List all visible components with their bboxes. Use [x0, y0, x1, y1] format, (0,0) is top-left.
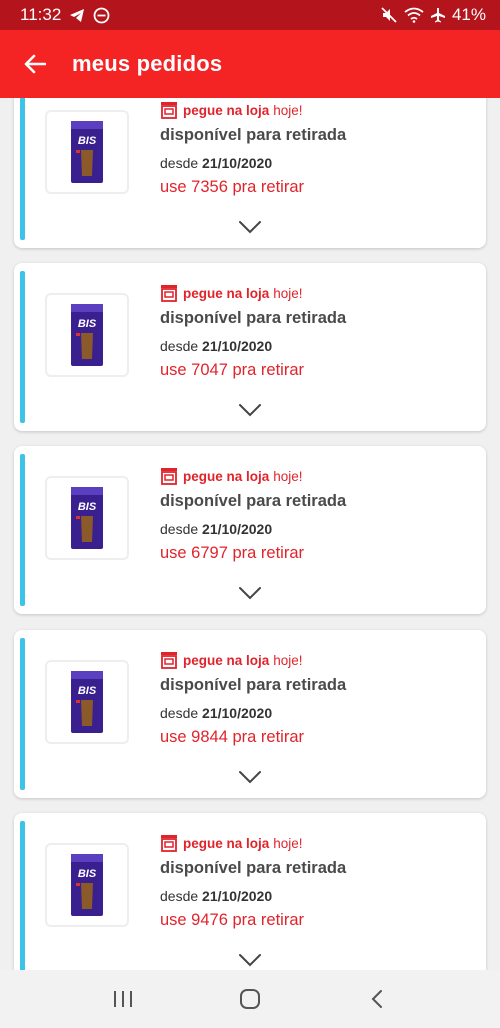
order-card[interactable]: BIS pegue na loja hoje! disponível para …	[14, 98, 486, 248]
card-accent-bar	[20, 638, 25, 790]
mute-icon	[380, 7, 398, 23]
today-label: hoje!	[273, 102, 303, 118]
order-date: 21/10/2020	[202, 705, 273, 721]
today-label: hoje!	[273, 652, 303, 668]
orders-list[interactable]: BIS pegue na loja hoje! disponível para …	[0, 98, 500, 970]
svg-text:BIS: BIS	[78, 685, 97, 697]
order-date: 21/10/2020	[202, 888, 273, 904]
store-pickup-line: pegue na loja hoje!	[160, 100, 476, 120]
pickup-label: pegue na loja	[183, 652, 270, 668]
since-label: desde	[160, 521, 199, 537]
svg-text:BIS: BIS	[78, 868, 97, 880]
app-bar: meus pedidos	[0, 30, 500, 98]
order-card[interactable]: BIS pegue na loja hoje! disponível para …	[14, 263, 486, 431]
store-pickup-line: pegue na loja hoje!	[160, 283, 476, 303]
card-accent-bar	[20, 271, 25, 423]
airplane-icon	[430, 7, 446, 23]
order-card[interactable]: BIS pegue na loja hoje! disponível para …	[14, 630, 486, 798]
system-back-button[interactable]	[347, 979, 407, 1019]
order-status: disponível para retirada	[160, 126, 347, 144]
home-button[interactable]	[220, 979, 280, 1019]
order-status: disponível para retirada	[160, 309, 347, 327]
card-accent-bar	[20, 821, 25, 970]
since-label: desde	[160, 705, 199, 721]
since-label: desde	[160, 338, 199, 354]
product-image: BIS	[45, 293, 129, 377]
expand-button[interactable]	[238, 220, 262, 239]
today-label: hoje!	[273, 285, 303, 301]
recent-apps-icon	[114, 991, 133, 1007]
system-nav-bar	[0, 970, 500, 1028]
product-image: BIS	[45, 110, 129, 194]
svg-text:BIS: BIS	[78, 501, 97, 513]
wifi-icon	[404, 7, 424, 23]
order-since: desde 21/10/2020	[160, 521, 476, 537]
battery-level: 41%	[451, 5, 486, 24]
order-date: 21/10/2020	[202, 155, 273, 171]
expand-button[interactable]	[238, 770, 262, 789]
pickup-code: use 7047 pra retirar	[160, 361, 304, 379]
pickup-label: pegue na loja	[183, 285, 270, 301]
order-since: desde 21/10/2020	[160, 705, 476, 721]
pickup-label: pegue na loja	[183, 835, 270, 851]
recent-apps-button[interactable]	[93, 979, 153, 1019]
card-accent-bar	[20, 98, 25, 240]
order-status: disponível para retirada	[160, 492, 347, 510]
pickup-code: use 9844 pra retirar	[160, 728, 304, 746]
today-label: hoje!	[273, 835, 303, 851]
pickup-label: pegue na loja	[183, 468, 270, 484]
arrow-left-icon	[24, 54, 46, 74]
order-card[interactable]: BIS pegue na loja hoje! disponível para …	[14, 446, 486, 614]
card-accent-bar	[20, 454, 25, 606]
today-label: hoje!	[273, 468, 303, 484]
chevron-down-icon	[239, 587, 261, 600]
store-icon	[161, 835, 177, 852]
chevron-down-icon	[239, 221, 261, 234]
expand-button[interactable]	[238, 403, 262, 422]
product-image: BIS	[45, 660, 129, 744]
pickup-code: use 9476 pra retirar	[160, 911, 304, 929]
svg-text:BIS: BIS	[78, 135, 97, 147]
order-status: disponível para retirada	[160, 676, 347, 694]
since-label: desde	[160, 888, 199, 904]
chevron-left-icon	[371, 990, 382, 1008]
status-bar: 11:32 41%	[0, 0, 500, 30]
svg-text:BIS: BIS	[78, 318, 97, 330]
pickup-label: pegue na loja	[183, 102, 270, 118]
product-image: BIS	[45, 843, 129, 927]
page-title: meus pedidos	[72, 51, 223, 76]
pickup-code: use 7356 pra retirar	[160, 178, 304, 196]
store-icon	[161, 285, 177, 302]
pickup-code: use 6797 pra retirar	[160, 544, 304, 562]
order-date: 21/10/2020	[202, 521, 273, 537]
order-card[interactable]: BIS pegue na loja hoje! disponível para …	[14, 813, 486, 970]
home-icon	[239, 989, 260, 1009]
back-button[interactable]	[0, 30, 70, 98]
expand-button[interactable]	[238, 953, 262, 970]
store-icon	[161, 468, 177, 485]
chevron-down-icon	[239, 404, 261, 417]
since-label: desde	[160, 155, 199, 171]
dnd-icon	[93, 7, 110, 24]
chevron-down-icon	[239, 771, 261, 784]
store-icon	[161, 102, 177, 119]
status-time: 11:32	[20, 5, 62, 24]
expand-button[interactable]	[238, 586, 262, 605]
store-pickup-line: pegue na loja hoje!	[160, 833, 476, 853]
store-icon	[161, 652, 177, 669]
chevron-down-icon	[239, 954, 261, 967]
telegram-icon	[69, 8, 85, 23]
order-since: desde 21/10/2020	[160, 888, 476, 904]
order-since: desde 21/10/2020	[160, 338, 476, 354]
order-date: 21/10/2020	[202, 338, 273, 354]
order-status: disponível para retirada	[160, 859, 347, 877]
order-since: desde 21/10/2020	[160, 155, 476, 171]
store-pickup-line: pegue na loja hoje!	[160, 466, 476, 486]
product-image: BIS	[45, 476, 129, 560]
store-pickup-line: pegue na loja hoje!	[160, 650, 476, 670]
